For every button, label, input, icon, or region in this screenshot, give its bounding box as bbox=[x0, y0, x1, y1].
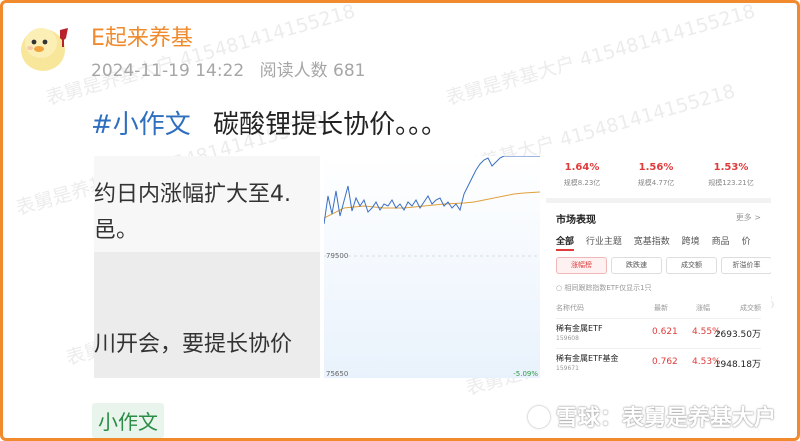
avg-line bbox=[324, 191, 540, 219]
post-meta: 2024-11-19 14:22 阅读人数 681 bbox=[91, 56, 365, 81]
news-screenshot: 约日内涨幅扩大至4. 邑。 川开会，要提长协价 bbox=[94, 156, 320, 378]
filter-chip: 涨幅榜 bbox=[556, 257, 607, 274]
filter-chip: 折溢价率 bbox=[721, 257, 771, 274]
xueqiu-logo-icon bbox=[528, 406, 550, 428]
news-text-line: 川开会，要提长协价 bbox=[94, 332, 293, 357]
intraday-chart-svg bbox=[324, 156, 540, 257]
post-image[interactable]: 约日内涨幅扩大至4. 邑。 川开会，要提长协价 79500 75650 -5.0… bbox=[94, 156, 771, 378]
dedupe-checkbox: ○ 相同跟踪指数ETF仅显示1只 bbox=[556, 284, 652, 292]
fund-amount: 1948.18万 bbox=[714, 360, 761, 370]
duck-avatar-icon bbox=[21, 28, 68, 71]
market-panel: 1.64% 1.56% 1.53% 规模8.23亿 规模4.77亿 规模123.… bbox=[546, 156, 771, 378]
header-price: 最新 bbox=[654, 304, 668, 312]
intraday-chart: 79500 75650 -5.09% bbox=[324, 156, 540, 378]
fund-name: 稀有金属ETF bbox=[556, 324, 603, 333]
avatar[interactable] bbox=[16, 16, 74, 74]
stat-pct: 1.64% bbox=[564, 162, 600, 173]
tab-price: 价 bbox=[741, 237, 751, 247]
news-text-line: 邑。 bbox=[94, 218, 139, 243]
hashtag-link[interactable]: #小作文 bbox=[91, 110, 191, 140]
table-row: 稀有金属ETF 159608 0.621 4.55% 2693.50万 bbox=[556, 318, 761, 346]
stat-scale: 规模123.21亿 bbox=[708, 179, 754, 187]
post-body: #小作文 碳酸锂提长协价。。。 bbox=[91, 104, 447, 141]
fund-price: 0.762 bbox=[652, 357, 678, 367]
brand-watermark: 雪球：表舅是养基大户 bbox=[528, 400, 776, 432]
header-change: 涨幅 bbox=[696, 304, 710, 312]
tab-industry: 行业主题 bbox=[585, 237, 622, 247]
filter-chip: 跌跌速 bbox=[611, 257, 662, 274]
tab-all: 全部 bbox=[556, 237, 575, 251]
chart-high-label: 79500 bbox=[326, 252, 349, 260]
news-text-line: 约日内涨幅扩大至4. bbox=[94, 182, 291, 207]
stat-scale: 规模4.77亿 bbox=[637, 179, 675, 187]
divider bbox=[546, 198, 771, 203]
author-name[interactable]: E起来养基 bbox=[91, 20, 193, 52]
fund-name: 稀有金属ETF基金 bbox=[556, 354, 619, 363]
post-text: 碳酸锂提长协价。。。 bbox=[213, 110, 448, 140]
fund-code: 159608 bbox=[556, 335, 579, 342]
tab-commodity: 商品 bbox=[711, 237, 730, 247]
tab-broad-index: 宽基指数 bbox=[633, 237, 670, 247]
chart-low-label: 75650 bbox=[326, 370, 349, 378]
brand-text: 雪球：表舅是养基大户 bbox=[556, 406, 777, 431]
price-line bbox=[324, 156, 540, 225]
checkbox-label: 相同跟踪指数ETF仅显示1只 bbox=[564, 284, 652, 292]
fund-price: 0.621 bbox=[652, 327, 678, 337]
filter-chip: 成交额 bbox=[666, 257, 717, 274]
header-amount: 成交额 bbox=[740, 304, 761, 312]
fund-amount: 2693.50万 bbox=[714, 330, 761, 340]
panel-tabs: 全部 行业主题 宽基指数 跨境 商品 价 bbox=[556, 234, 759, 251]
read-count: 阅读人数 681 bbox=[259, 61, 366, 81]
more-link: 更多 > bbox=[735, 213, 761, 222]
fund-code: 159671 bbox=[556, 365, 579, 372]
topic-tag[interactable]: 小作文 bbox=[92, 403, 164, 438]
tab-cross-border: 跨境 bbox=[681, 237, 700, 247]
stat-scale: 规模8.23亿 bbox=[563, 179, 601, 187]
filter-chips: 涨幅榜 跌跌速 成交额 折溢价率 bbox=[556, 257, 771, 274]
chart-change-label: -5.09% bbox=[513, 370, 538, 378]
header-name: 名称代码 bbox=[556, 304, 584, 312]
stat-pct: 1.56% bbox=[638, 162, 674, 173]
stat-pct: 1.53% bbox=[713, 162, 749, 173]
post-timestamp: 2024-11-19 14:22 bbox=[91, 61, 245, 81]
table-row: 稀有金属ETF基金 159671 0.762 4.53% 1948.18万 bbox=[556, 348, 761, 376]
panel-title: 市场表现 bbox=[556, 215, 596, 226]
